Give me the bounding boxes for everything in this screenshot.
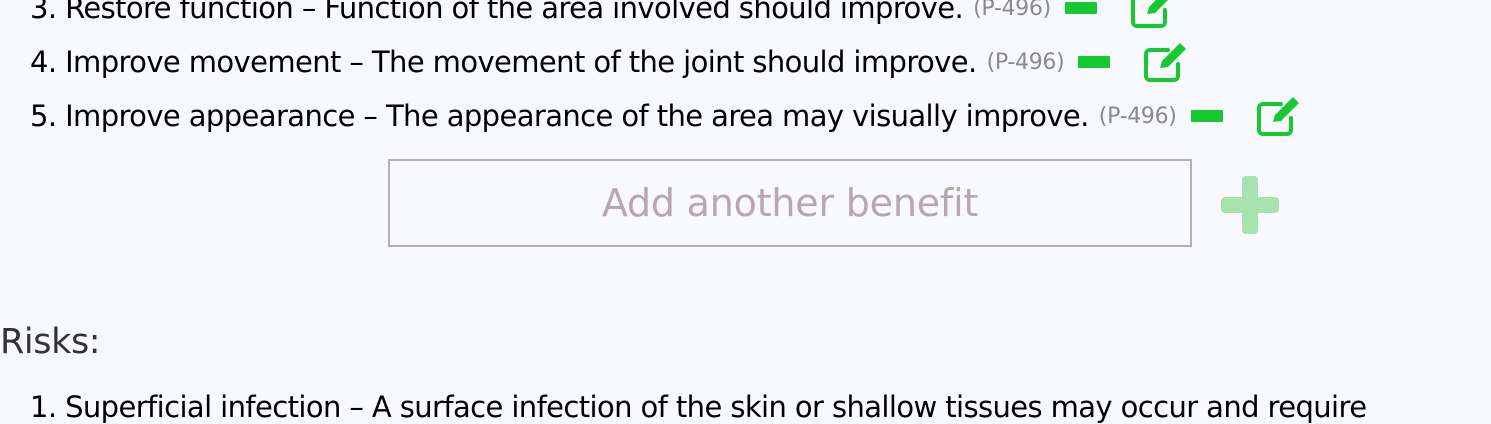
reference-code: (P-496): [1098, 103, 1177, 129]
remove-benefit-button[interactable]: [1064, 2, 1097, 14]
add-benefit-button[interactable]: [1221, 176, 1279, 234]
risks-heading: Risks:: [0, 322, 101, 362]
risk-item: 1. Superficial infection – A surface inf…: [30, 390, 1367, 424]
edit-icon: [1130, 0, 1168, 28]
edit-icon: [1256, 97, 1299, 136]
edit-benefit-button[interactable]: [1253, 94, 1305, 138]
edit-benefit-button[interactable]: [1140, 40, 1192, 84]
benefit-text: 4. Improve movement – The movement of th…: [30, 45, 977, 79]
remove-benefit-button[interactable]: [1078, 56, 1111, 68]
benefit-text: 5. Improve appearance – The appearance o…: [30, 99, 1089, 133]
edit-icon: [1144, 43, 1187, 82]
remove-benefit-button[interactable]: [1190, 110, 1223, 122]
benefit-item: 4. Improve movement – The movement of th…: [30, 42, 1192, 82]
plus-icon: [1221, 176, 1279, 234]
reference-code: (P-496): [986, 49, 1065, 75]
benefit-item: 5. Improve appearance – The appearance o…: [30, 96, 1305, 136]
add-benefit-input[interactable]: [388, 159, 1192, 247]
benefit-text: 3. Restore function – Function of the ar…: [30, 0, 964, 25]
reference-code: (P-496): [973, 0, 1051, 21]
edit-benefit-button[interactable]: [1127, 0, 1179, 30]
benefit-item: 3. Restore function – Function of the ar…: [30, 0, 1179, 28]
